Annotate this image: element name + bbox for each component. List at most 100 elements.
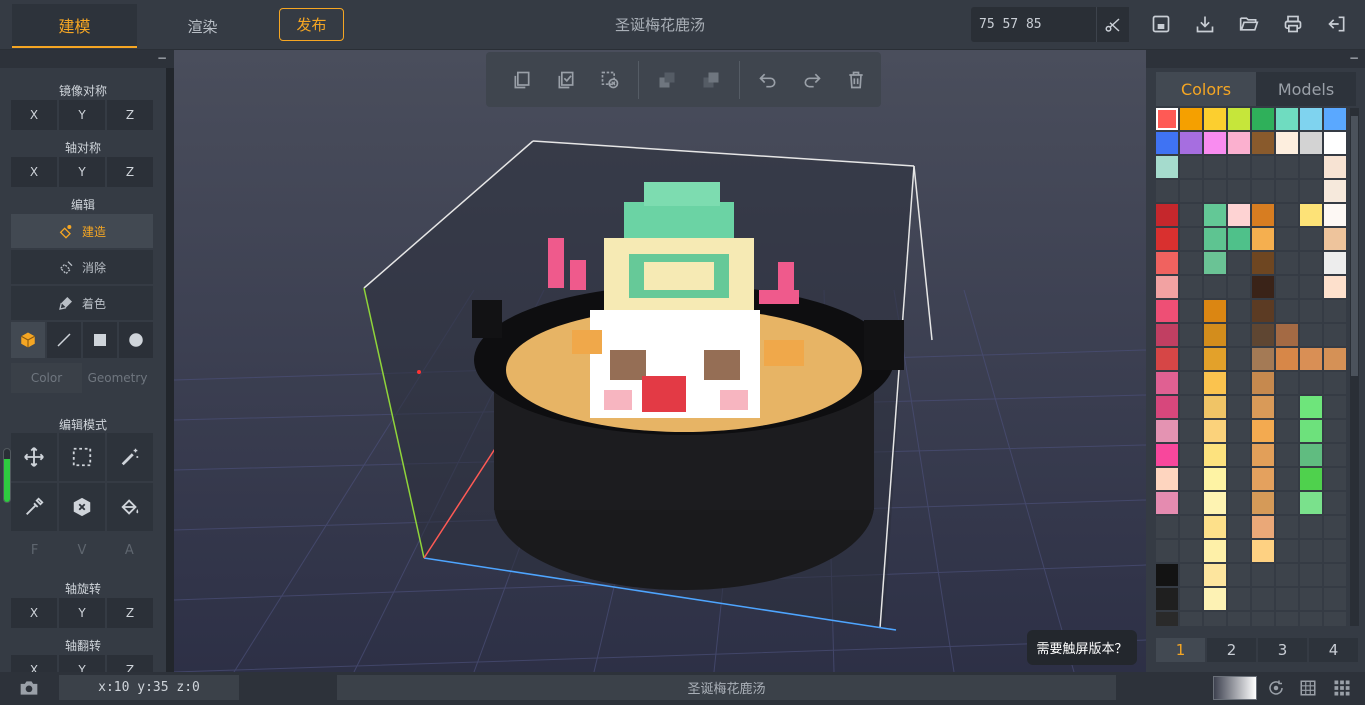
color-swatch[interactable] xyxy=(1252,132,1274,154)
face-mode-button[interactable]: F xyxy=(11,543,58,563)
color-swatch[interactable] xyxy=(1324,492,1346,514)
color-swatch[interactable] xyxy=(1156,204,1178,226)
color-swatch[interactable] xyxy=(1324,156,1346,178)
color-swatch[interactable] xyxy=(1252,372,1274,394)
color-swatch[interactable] xyxy=(1180,468,1202,490)
color-swatch[interactable] xyxy=(1276,156,1298,178)
color-swatch[interactable] xyxy=(1300,516,1322,538)
color-swatch[interactable] xyxy=(1324,420,1346,442)
paint-button[interactable]: 着色 xyxy=(11,286,153,320)
color-swatch[interactable] xyxy=(1252,156,1274,178)
color-swatch[interactable] xyxy=(1276,396,1298,418)
palette-scrollbar-thumb[interactable] xyxy=(1351,116,1358,376)
mirror-x-button[interactable]: X xyxy=(11,100,57,130)
color-swatch[interactable] xyxy=(1300,588,1322,610)
color-swatch[interactable] xyxy=(1204,564,1226,586)
color-swatch[interactable] xyxy=(1252,180,1274,202)
color-swatch[interactable] xyxy=(1180,420,1202,442)
color-swatch[interactable] xyxy=(1204,516,1226,538)
color-swatch[interactable] xyxy=(1204,396,1226,418)
reset-view-button[interactable] xyxy=(1266,678,1286,698)
color-swatch[interactable] xyxy=(1276,516,1298,538)
color-swatch[interactable] xyxy=(1300,348,1322,370)
color-swatch[interactable] xyxy=(1324,324,1346,346)
download-button[interactable] xyxy=(1193,12,1217,36)
color-swatch[interactable] xyxy=(1300,396,1322,418)
color-swatch[interactable] xyxy=(1204,612,1226,626)
flip-x-button[interactable]: X xyxy=(11,655,57,672)
save-button[interactable] xyxy=(1149,12,1173,36)
tab-model[interactable]: 建模 xyxy=(12,4,137,48)
color-swatch[interactable] xyxy=(1156,516,1178,538)
color-swatch[interactable] xyxy=(1156,252,1178,274)
tab-render[interactable]: 渲染 xyxy=(150,4,255,48)
shape-voxel-button[interactable] xyxy=(11,322,45,358)
color-swatch[interactable] xyxy=(1180,612,1202,626)
left-panel-collapse-button[interactable]: − xyxy=(154,52,170,66)
color-swatch[interactable] xyxy=(1228,564,1250,586)
color-swatch[interactable] xyxy=(1324,300,1346,322)
color-swatch[interactable] xyxy=(1156,300,1178,322)
color-swatch[interactable] xyxy=(1228,612,1250,626)
all-mode-button[interactable]: A xyxy=(106,543,153,563)
color-swatch[interactable] xyxy=(1276,324,1298,346)
color-swatch[interactable] xyxy=(1324,276,1346,298)
color-swatch[interactable] xyxy=(1156,348,1178,370)
color-swatch[interactable] xyxy=(1156,468,1178,490)
color-swatch[interactable] xyxy=(1252,444,1274,466)
size-input[interactable]: 75 57 85 xyxy=(971,7,1096,42)
color-swatch[interactable] xyxy=(1180,204,1202,226)
axis-sym-x-button[interactable]: X xyxy=(11,157,57,187)
color-swatch[interactable] xyxy=(1204,468,1226,490)
palette-page-3[interactable]: 3 xyxy=(1258,638,1307,662)
color-swatch[interactable] xyxy=(1204,204,1226,226)
color-swatch[interactable] xyxy=(1252,612,1274,626)
color-swatch[interactable] xyxy=(1300,156,1322,178)
color-swatch[interactable] xyxy=(1276,204,1298,226)
color-swatch[interactable] xyxy=(1300,108,1322,130)
mirror-z-button[interactable]: Z xyxy=(107,100,153,130)
color-swatch[interactable] xyxy=(1252,516,1274,538)
color-swatch[interactable] xyxy=(1180,444,1202,466)
color-swatch[interactable] xyxy=(1204,276,1226,298)
geometry-mode-tab[interactable]: Geometry xyxy=(82,363,153,393)
color-swatch[interactable] xyxy=(1180,300,1202,322)
color-swatch[interactable] xyxy=(1252,588,1274,610)
color-swatch[interactable] xyxy=(1156,492,1178,514)
left-panel-scrollbar[interactable] xyxy=(166,68,174,672)
color-swatch[interactable] xyxy=(1204,108,1226,130)
delete-voxel-tool-button[interactable] xyxy=(59,483,105,531)
color-swatch[interactable] xyxy=(1252,300,1274,322)
color-swatch[interactable] xyxy=(1300,132,1322,154)
cut-button[interactable] xyxy=(588,60,632,100)
color-swatch[interactable] xyxy=(1276,252,1298,274)
color-swatch[interactable] xyxy=(1180,348,1202,370)
color-swatch[interactable] xyxy=(1156,420,1178,442)
color-swatch[interactable] xyxy=(1204,324,1226,346)
color-swatch[interactable] xyxy=(1276,180,1298,202)
magic-wand-tool-button[interactable] xyxy=(107,433,153,481)
color-swatch[interactable] xyxy=(1180,540,1202,562)
rotate-x-button[interactable]: X xyxy=(11,598,57,628)
color-swatch[interactable] xyxy=(1252,204,1274,226)
color-swatch[interactable] xyxy=(1324,108,1346,130)
color-swatch[interactable] xyxy=(1276,492,1298,514)
color-swatch[interactable] xyxy=(1276,540,1298,562)
erase-button[interactable]: 消除 xyxy=(11,250,153,284)
copy-button[interactable] xyxy=(500,60,544,100)
color-swatch[interactable] xyxy=(1300,252,1322,274)
color-swatch[interactable] xyxy=(1228,420,1250,442)
color-swatch[interactable] xyxy=(1156,396,1178,418)
rotate-y-button[interactable]: Y xyxy=(59,598,105,628)
color-swatch[interactable] xyxy=(1228,372,1250,394)
color-swatch[interactable] xyxy=(1324,204,1346,226)
color-swatch[interactable] xyxy=(1204,492,1226,514)
color-swatch[interactable] xyxy=(1300,468,1322,490)
paste-button[interactable] xyxy=(544,60,588,100)
open-folder-button[interactable] xyxy=(1237,12,1261,36)
color-swatch[interactable] xyxy=(1324,444,1346,466)
color-swatch[interactable] xyxy=(1252,420,1274,442)
color-swatch[interactable] xyxy=(1324,132,1346,154)
color-swatch[interactable] xyxy=(1324,612,1346,626)
color-swatch[interactable] xyxy=(1228,300,1250,322)
